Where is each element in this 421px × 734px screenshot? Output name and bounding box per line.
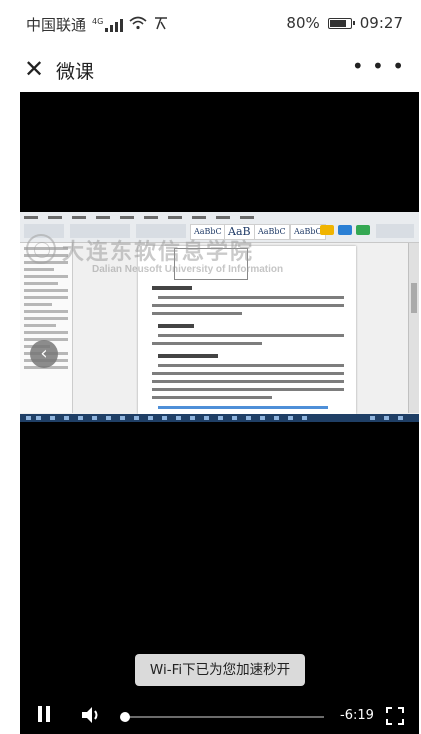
document-scrollbar <box>408 243 419 413</box>
nav-bar: ✕ 微课 • • • <box>0 46 421 92</box>
video-frame-screenshot: AaBbC AaB AaBbC AaBbC 大连东软信息学院 Dalian Ne… <box>20 212 419 422</box>
watermark-cn: 大连东软信息学院 <box>62 239 255 265</box>
fullscreen-icon[interactable] <box>386 707 404 725</box>
navigation-pane <box>20 243 73 413</box>
battery-percent: 80% <box>286 14 320 32</box>
carrier-label: 中国联通 <box>26 16 87 34</box>
clock: 09:27 <box>359 14 403 32</box>
page-title: 微课 <box>56 61 95 83</box>
progress-thumb[interactable] <box>120 712 130 722</box>
wifi-icon <box>129 16 147 34</box>
close-icon[interactable]: ✕ <box>20 55 48 83</box>
watermark-logo <box>26 234 56 264</box>
pause-icon[interactable] <box>38 706 52 724</box>
time-remaining: -6:19 <box>340 708 374 723</box>
battery-icon <box>327 17 355 29</box>
chevron-left-icon[interactable]: ‹ <box>30 340 58 368</box>
progress-bar[interactable] <box>120 712 324 722</box>
speedup-toast: Wi-Fi下已为您加速秒开 <box>135 654 305 686</box>
accessibility-icon <box>153 16 169 34</box>
network-type-label: 4G <box>92 16 104 26</box>
video-player[interactable]: AaBbC AaB AaBbC AaBbC 大连东软信息学院 Dalian Ne… <box>20 92 419 734</box>
volume-icon[interactable] <box>80 703 106 727</box>
windows-taskbar <box>20 414 419 422</box>
status-bar: 中国联通 4G 80% 09:27 <box>0 0 421 46</box>
watermark-en: Dalian Neusoft University of Information <box>92 264 284 275</box>
signal-icon: 4G <box>92 16 124 32</box>
more-icon[interactable]: • • • <box>352 54 405 78</box>
video-control-bar: -6:19 <box>20 700 419 734</box>
